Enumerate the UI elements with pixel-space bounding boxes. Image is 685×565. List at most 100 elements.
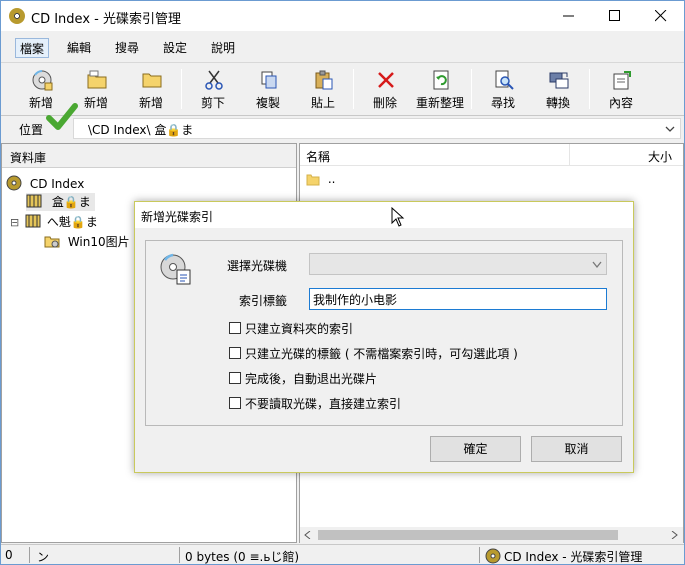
status-bar: 0 ン 0 bytes (0 ≡.ьじ館) CD Index - 光碟索引管理: [1, 544, 684, 564]
scrollbar-thumb[interactable]: [318, 530, 618, 540]
close-button[interactable]: [638, 1, 684, 31]
toolbar-label: 重新整理: [415, 96, 464, 110]
cd-index-icon: [6, 175, 22, 191]
menu-settings[interactable]: 設定: [159, 38, 191, 58]
tree-item-label: CD Index: [29, 177, 85, 191]
mouse-cursor-icon: [391, 207, 405, 227]
folder-add-icon: [87, 70, 107, 89]
dialog-title: 新增光碟索引: [141, 210, 214, 224]
checkbox[interactable]: [229, 322, 241, 334]
database-header-label: 資料庫: [10, 151, 47, 165]
tree-item-box-1[interactable]: 盒🔒ま: [26, 193, 95, 211]
menu-edit[interactable]: 編輯: [63, 38, 95, 58]
column-size[interactable]: 大小: [648, 148, 672, 165]
file-row-parent[interactable]: ..: [306, 170, 335, 188]
column-divider[interactable]: [569, 144, 570, 166]
cut-button[interactable]: 剪下: [187, 67, 239, 113]
app-disc-icon: [485, 548, 501, 564]
app-window: CD Index - 光碟索引管理 檔案 編輯 搜尋 設定 說明 新增 新增 新…: [0, 0, 685, 565]
database-header[interactable]: 資料庫: [2, 144, 296, 168]
toolbar-separator: [471, 69, 472, 109]
horizontal-scrollbar[interactable]: [300, 527, 683, 543]
toolbar-separator: [353, 69, 354, 109]
checkbox-label: 只建立光碟的標籤 ( 不需檔案索引時，可勾選此項 ): [245, 347, 518, 361]
drive-select[interactable]: [309, 253, 607, 275]
file-row-name: ..: [327, 172, 336, 186]
status-divider: [179, 547, 180, 563]
checkbox[interactable]: [229, 347, 241, 359]
app-disc-icon: [9, 8, 25, 24]
paste-icon: [315, 70, 333, 90]
location-path: \CD Index\ 盒🔒ま: [88, 123, 194, 137]
tree-item-win10-pictures[interactable]: Win10图片: [44, 233, 130, 251]
status-divider: [29, 547, 30, 563]
checkbox-label: 完成後，自動退出光碟片: [245, 372, 378, 386]
toolbar-label: 內容: [608, 96, 633, 110]
menu-search[interactable]: 搜尋: [111, 38, 143, 58]
tree-item-label: Win10图片: [67, 235, 130, 249]
new-disc-index-dialog: 新增光碟索引 選擇光碟機 索引標籤 只建立資料夾的索引 只建立光碟的標籤 ( 不…: [134, 201, 634, 473]
refresh-button[interactable]: 重新整理: [414, 67, 466, 113]
scissors-icon: [205, 70, 223, 90]
minimize-button[interactable]: [546, 1, 592, 31]
chevron-down-icon[interactable]: [592, 261, 602, 269]
status-text: ン: [37, 550, 50, 564]
status-app-name: CD Index - 光碟索引管理: [504, 550, 643, 564]
convert-button[interactable]: 轉換: [532, 67, 584, 113]
disc-add-icon: [32, 70, 53, 91]
copy-icon: [261, 71, 277, 89]
disc-folder-icon: [44, 236, 60, 248]
location-path-field[interactable]: \CD Index\ 盒🔒ま: [73, 118, 681, 139]
column-name[interactable]: 名稱: [306, 148, 330, 165]
location-label: 位置: [19, 123, 44, 137]
cancel-button[interactable]: 取消: [531, 436, 622, 462]
disc-index-icon: [160, 253, 191, 285]
toolbar-label: 轉換: [545, 96, 570, 110]
tree-item-box-2[interactable]: ⊟ へ魁🔒ま: [10, 213, 98, 231]
paste-button[interactable]: 貼上: [297, 67, 349, 113]
find-button[interactable]: 尋找: [477, 67, 529, 113]
refresh-icon: [433, 70, 449, 90]
delete-button[interactable]: 刪除: [359, 67, 411, 113]
status-count: 0: [5, 548, 13, 562]
toolbar-label: 貼上: [310, 96, 335, 110]
film-box-icon: [25, 214, 41, 228]
scroll-left-icon[interactable]: [304, 531, 312, 539]
location-bar: 位置 \CD Index\ 盒🔒ま: [1, 103, 684, 141]
toolbar-label: 尋找: [490, 96, 515, 110]
checkbox-label: 不要讀取光碟，直接建立索引: [245, 397, 402, 411]
film-box-icon: [26, 194, 42, 208]
delete-x-icon: [378, 72, 394, 88]
toolbar-label: 複製: [255, 96, 280, 110]
file-list-header: 名稱 大小: [300, 144, 683, 166]
tree-item-cd-index[interactable]: CD Index: [6, 175, 84, 193]
status-size: 0 bytes (0 ≡.ьじ館): [185, 550, 300, 564]
toolbar: 新增 新增 新增 剪下 複製 貼上 刪除 重新整理 尋找 轉換 內容: [1, 63, 684, 115]
menu-bar: 檔案 編輯 搜尋 設定 說明: [1, 31, 684, 63]
maximize-button[interactable]: [592, 1, 638, 31]
toolbar-label: 新增: [138, 96, 163, 110]
properties-button[interactable]: 內容: [595, 67, 647, 113]
dialog-title-bar[interactable]: 新增光碟索引: [135, 202, 633, 228]
folder-icon: [142, 73, 162, 88]
index-label-input[interactable]: [309, 288, 607, 310]
menu-file[interactable]: 檔案: [15, 38, 50, 58]
checkbox[interactable]: [229, 397, 241, 409]
new-item-button[interactable]: 新增: [125, 67, 177, 113]
chevron-down-icon[interactable]: [665, 124, 675, 134]
scroll-right-icon[interactable]: [670, 531, 678, 539]
properties-icon: [613, 71, 631, 90]
tree-expander-icon[interactable]: ⊟: [10, 216, 19, 229]
copy-button[interactable]: 複製: [242, 67, 294, 113]
tree-item-label: へ魁🔒ま: [46, 215, 98, 229]
convert-icon: [549, 72, 569, 89]
menu-help[interactable]: 說明: [207, 38, 239, 58]
checkbox[interactable]: [229, 372, 241, 384]
find-icon: [495, 70, 514, 90]
toolbar-separator: [181, 69, 182, 109]
checkbox-label: 只建立資料夾的索引: [245, 322, 354, 336]
toolbar-separator: [589, 69, 590, 109]
window-title: CD Index - 光碟索引管理: [31, 12, 181, 27]
ok-button[interactable]: 確定: [430, 436, 521, 462]
title-bar: CD Index - 光碟索引管理: [1, 1, 684, 31]
